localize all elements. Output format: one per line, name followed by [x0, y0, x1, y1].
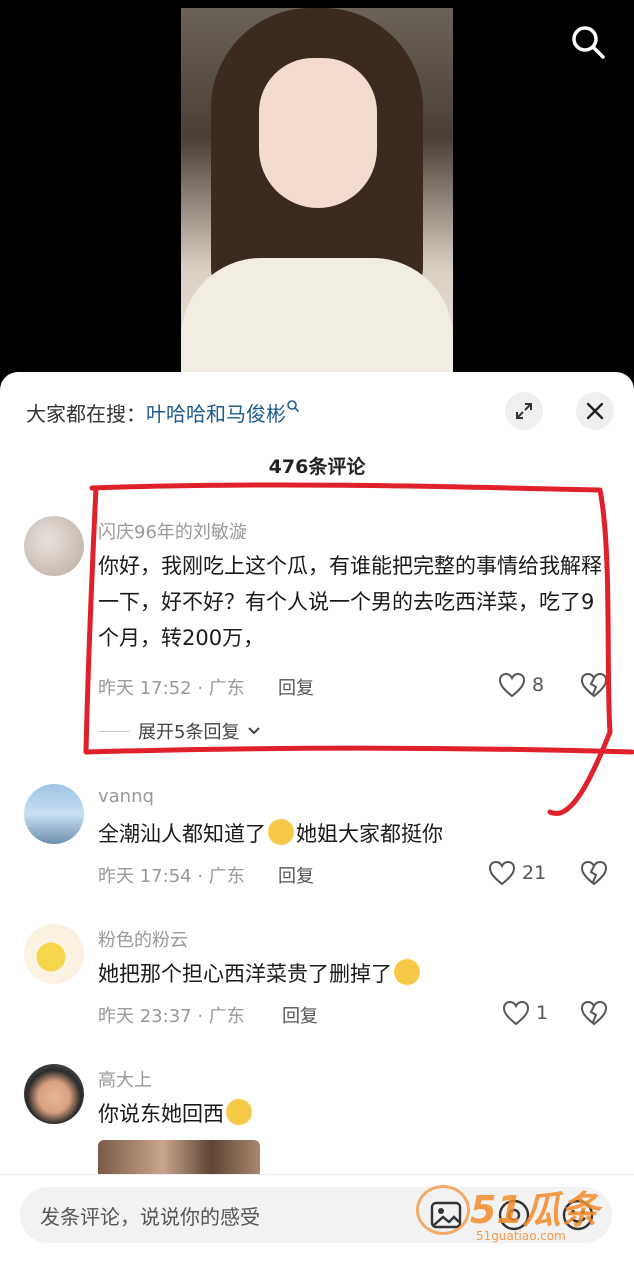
image-icon[interactable]: [428, 1197, 464, 1233]
avatar[interactable]: [24, 924, 84, 984]
expand-button[interactable]: [505, 392, 543, 430]
comment-count: 476条评论: [268, 456, 366, 478]
thinking-emoji-icon: [268, 819, 294, 845]
comment-text-part: 你说东她回西: [98, 1102, 224, 1126]
emoji-icon[interactable]: [560, 1197, 596, 1233]
comment-text-part: 她把那个担心西洋菜贵了删掉了: [98, 962, 392, 986]
expand-replies-button[interactable]: 展开5条回复: [98, 718, 261, 744]
crying-emoji-icon: [226, 1099, 252, 1125]
heart-icon: [498, 672, 526, 698]
avatar[interactable]: [24, 516, 84, 576]
comment-text: 你好，我刚吃上这个瓜，有谁能把完整的事情给我解释一下，好不好？有个人说一个男的去…: [98, 554, 602, 650]
divider: [98, 730, 130, 732]
like-count: 8: [532, 674, 545, 696]
video-thumbnail[interactable]: [181, 8, 453, 380]
comment-username[interactable]: vannq: [98, 786, 154, 807]
chevron-down-icon: [248, 727, 261, 735]
video-subject-face: [259, 58, 377, 208]
heart-icon: [502, 1000, 530, 1026]
broken-heart-icon: [580, 1000, 608, 1026]
comment-text-part: 她姐大家都挺你: [296, 822, 443, 846]
broken-heart-icon: [580, 860, 608, 886]
comment-meta: 昨天 23:37 · 广东: [98, 1006, 245, 1027]
avatar[interactable]: [24, 784, 84, 844]
reply-button[interactable]: 回复: [278, 862, 314, 888]
dislike-button[interactable]: [580, 1000, 608, 1030]
comment-text-part: 全潮汕人都知道了: [98, 822, 266, 846]
like-button[interactable]: 8: [498, 672, 544, 698]
dislike-button[interactable]: [580, 672, 608, 702]
dislike-button[interactable]: [580, 860, 608, 890]
comment-meta: 昨天 17:54 · 广东: [98, 866, 245, 887]
bottom-input-bar: 发条评论，说说你的感受 51瓜条 51guatiao.com: [0, 1174, 634, 1280]
like-count: 1: [536, 1002, 549, 1024]
comment-username[interactable]: 闪庆96年的刘敏漩: [98, 518, 247, 544]
expand-icon: [516, 403, 532, 419]
heart-icon: [488, 860, 516, 886]
comment-username[interactable]: 粉色的粉云: [98, 926, 188, 952]
comment-sheet: 大家都在搜：叶哈哈和马俊彬 476条评论 闪庆96年的刘敏漩 你好，我刚吃上这个…: [0, 372, 634, 1280]
video-subject-shirt: [181, 258, 453, 380]
like-button[interactable]: 21: [488, 860, 546, 886]
close-button[interactable]: [576, 392, 614, 430]
comment-text: 你说东她回西: [98, 1096, 608, 1132]
search-small-icon: [287, 400, 300, 413]
close-icon: [586, 402, 604, 420]
search-icon[interactable]: [568, 22, 608, 62]
hot-search-bar: 大家都在搜：叶哈哈和马俊彬: [26, 398, 300, 427]
hot-search-term[interactable]: 叶哈哈和马俊彬: [146, 402, 286, 426]
like-count: 21: [522, 862, 547, 884]
laughing-crying-emoji-icon: [394, 959, 420, 985]
broken-heart-icon: [580, 672, 608, 698]
comment-meta: 昨天 17:52 · 广东: [98, 678, 245, 699]
reply-button[interactable]: 回复: [278, 674, 314, 700]
hot-search-prefix: 大家都在搜：: [26, 402, 146, 426]
comment-text: 全潮汕人都知道了 她姐大家都挺你: [98, 816, 608, 852]
at-icon[interactable]: [496, 1197, 532, 1233]
comment-input-placeholder: 发条评论，说说你的感受: [40, 1204, 260, 1229]
video-area[interactable]: [0, 0, 634, 390]
reply-button[interactable]: 回复: [282, 1002, 318, 1028]
expand-replies-label: 展开5条回复: [138, 722, 240, 743]
like-button[interactable]: 1: [502, 1000, 548, 1026]
avatar[interactable]: [24, 1064, 84, 1124]
comment-text: 她把那个担心西洋菜贵了删掉了: [98, 956, 608, 992]
comment-username[interactable]: 高大上: [98, 1066, 152, 1092]
